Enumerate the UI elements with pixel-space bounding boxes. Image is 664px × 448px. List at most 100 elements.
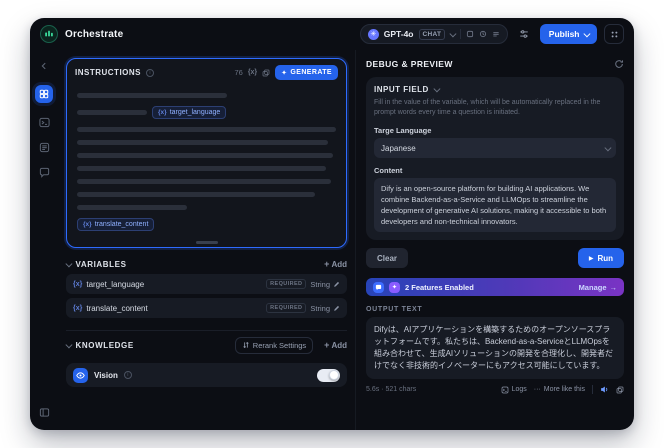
prompt-skeleton-line (77, 140, 329, 145)
play-icon: ▶ (588, 255, 594, 262)
sidebar-rail (30, 50, 58, 430)
add-label: Add (331, 340, 347, 350)
content-textarea[interactable]: Dify is an open-source platform for buil… (374, 178, 616, 233)
pill-mini-icon[interactable] (492, 30, 500, 38)
variables-header: VARIABLES + Add (65, 254, 347, 274)
generate-button[interactable]: ✦ GENERATE (275, 65, 338, 80)
pill-mini-icon[interactable] (479, 30, 487, 38)
feature-icon-2: ✦ (389, 281, 400, 293)
add-knowledge-button[interactable]: + Add (324, 339, 347, 350)
apps-menu-button[interactable] (604, 24, 624, 44)
actions-row: Clear ▶ Run (366, 248, 624, 269)
input-field-description: Fill in the value of the variable, which… (374, 99, 601, 117)
chevron-down-icon[interactable] (65, 260, 73, 267)
divider (592, 385, 593, 395)
divider (459, 29, 461, 39)
prompt-content[interactable]: {x} target_language {x} translate_conten… (67, 82, 346, 247)
variable-type-label: String (310, 303, 330, 313)
more-like-this-button[interactable]: ··· More like this (534, 386, 585, 393)
toggle-knob (328, 370, 339, 380)
rerank-label: Rerank Settings (252, 340, 307, 350)
prompt-skeleton-line (77, 205, 187, 210)
vision-label: Vision (94, 370, 118, 380)
knowledge-title: KNOWLEDGE (75, 340, 134, 350)
rerank-arrows-icon (243, 342, 249, 348)
pill-mini-icon[interactable] (466, 30, 474, 38)
back-arrow-icon[interactable] (36, 58, 52, 74)
rerank-settings-button[interactable]: Rerank Settings (234, 336, 314, 354)
model-name: GPT-4o (383, 29, 414, 39)
header: Orchestrate ✳ GPT-4o CHAT Publish (30, 18, 634, 50)
plus-icon: + (324, 339, 330, 350)
edit-pencil-icon (334, 281, 340, 287)
features-enabled-text: 2 Features Enabled (405, 282, 474, 292)
collapse-sidebar-icon[interactable] (36, 404, 52, 420)
sliders-icon[interactable] (515, 25, 533, 43)
add-variable-button[interactable]: + Add (324, 259, 347, 269)
copy-icon[interactable] (262, 69, 270, 77)
input-field-card: INPUT FIELD Fill in the value of the var… (366, 77, 624, 241)
nav-annotations[interactable] (36, 164, 52, 180)
app-logo[interactable] (40, 25, 58, 43)
instructions-editor[interactable]: INSTRUCTIONS i 76 {x} ✦ GENERATE {x} tar… (66, 58, 347, 248)
variable-icon: {x} (73, 280, 83, 288)
variable-type[interactable]: String (310, 304, 340, 313)
instructions-header: INSTRUCTIONS i 76 {x} ✦ GENERATE (67, 59, 346, 82)
speaker-icon[interactable] (600, 385, 609, 394)
prompt-skeleton-line (77, 192, 316, 197)
char-count: 76 (234, 68, 243, 77)
vision-icon (73, 367, 88, 383)
resize-handle[interactable] (195, 241, 218, 244)
variable-chip-label: target_language (169, 109, 221, 116)
feature-icon-1 (373, 281, 384, 293)
nav-orchestrate[interactable] (35, 85, 53, 103)
copy-icon[interactable] (616, 386, 624, 394)
run-button[interactable]: ▶ Run (577, 248, 624, 269)
variable-chip-target-language[interactable]: {x} target_language (152, 106, 227, 119)
nav-logs[interactable] (36, 139, 52, 155)
terminal-icon (38, 117, 50, 127)
target-language-select[interactable]: Japanese (374, 138, 616, 159)
required-badge: REQUIRED (266, 279, 307, 289)
variable-row[interactable]: {x} target_language REQUIRED String (66, 274, 347, 294)
publish-button[interactable]: Publish (539, 24, 597, 44)
input-field-header[interactable]: INPUT FIELD (374, 85, 616, 94)
clear-button[interactable]: Clear (366, 248, 409, 269)
variable-icon: {x} (158, 109, 167, 116)
page-title: Orchestrate (65, 28, 124, 40)
add-label: Add (331, 259, 347, 269)
model-selector[interactable]: ✳ GPT-4o CHAT (359, 24, 508, 44)
chat-bubble-icon (375, 284, 382, 290)
variables-title: VARIABLES (75, 259, 127, 269)
variable-type[interactable]: String (310, 280, 340, 289)
language-field-label: Targe Language (374, 126, 432, 136)
variable-icon[interactable]: {x} (248, 69, 257, 76)
prompt-skeleton-line (77, 127, 336, 132)
sparkle-icon: ✦ (281, 69, 288, 77)
logs-button[interactable]: Logs (501, 386, 527, 394)
manage-features-link[interactable]: Manage → (579, 283, 617, 292)
restart-icon[interactable] (614, 59, 624, 69)
model-mode-badge: CHAT (418, 28, 446, 40)
variable-type-label: String (310, 279, 330, 289)
variable-row[interactable]: {x} translate_content REQUIRED String (66, 298, 347, 318)
nav-api-terminal[interactable] (36, 114, 52, 130)
logs-label: Logs (511, 386, 527, 394)
chevron-down-icon[interactable] (65, 341, 73, 348)
chevron-down-icon (450, 30, 457, 37)
vision-feature-row: Vision i (66, 363, 347, 387)
output-actions: Logs ··· More like this (501, 385, 624, 395)
vision-toggle[interactable] (317, 368, 340, 382)
dify-logo-icon (45, 30, 53, 37)
instructions-title: INSTRUCTIONS (75, 68, 141, 77)
debug-header: DEBUG & PREVIEW (366, 50, 624, 77)
main-body: INSTRUCTIONS i 76 {x} ✦ GENERATE {x} tar… (30, 50, 634, 430)
model-provider-icon: ✳ (367, 28, 379, 40)
arrow-right-icon: → (609, 282, 618, 292)
chevron-down-icon (433, 85, 440, 92)
variable-chip-translate-content[interactable]: {x} translate_content (77, 218, 155, 231)
eye-icon (76, 371, 85, 379)
prompt-skeleton-line (77, 166, 326, 171)
chevron-down-icon (604, 144, 611, 151)
info-icon: i (123, 371, 132, 379)
